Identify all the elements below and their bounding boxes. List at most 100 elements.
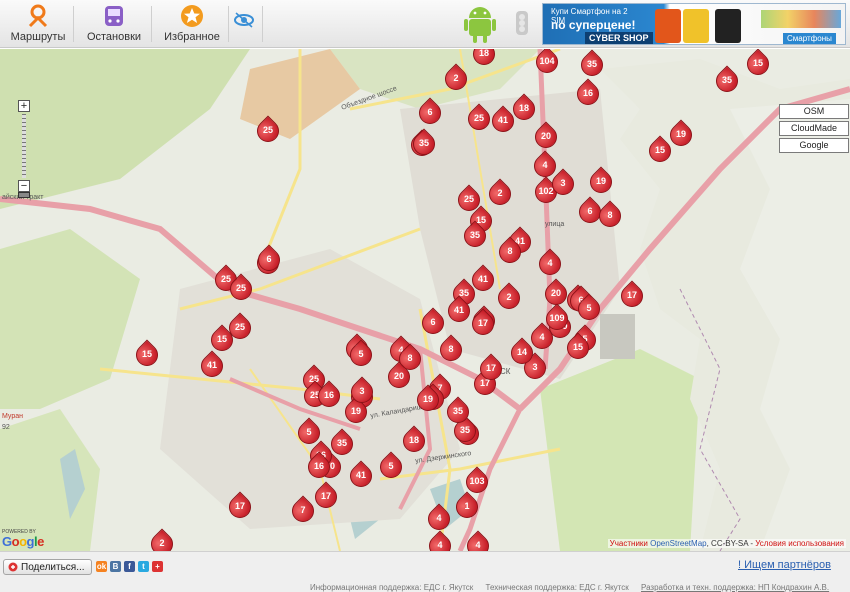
bus-stop-marker[interactable]: 35 xyxy=(576,49,608,81)
bus-stop-marker[interactable]: 109 xyxy=(541,303,573,335)
marker-route-number: 16 xyxy=(323,390,334,400)
marker-route-number: 17 xyxy=(234,501,245,511)
marker-route-number: 14 xyxy=(516,347,527,357)
favorites-button[interactable]: Избранное xyxy=(160,0,224,48)
bus-stop-marker[interactable]: 18 xyxy=(508,93,540,125)
bus-stop-marker[interactable]: 20 xyxy=(530,121,562,153)
bus-stop-marker[interactable]: 104 xyxy=(531,49,563,78)
bus-stop-marker[interactable]: 35 xyxy=(326,428,358,460)
bus-stop-marker[interactable]: 25 xyxy=(463,103,495,135)
bus-stop-marker[interactable]: 5 xyxy=(573,293,605,325)
bus-stop-marker[interactable]: 15 xyxy=(644,135,676,167)
bus-stop-marker[interactable]: 35 xyxy=(459,220,491,252)
bus-stop-marker[interactable]: 25 xyxy=(252,115,284,147)
osm-link[interactable]: OpenStreetMap xyxy=(650,539,706,548)
bus-stop-marker[interactable]: 2 xyxy=(484,178,516,210)
developer-text[interactable]: Разработка и техн. поддержка: НП Кондрах… xyxy=(641,583,829,592)
bus-stop-marker[interactable]: 25 xyxy=(453,184,485,216)
bus-stop-marker[interactable]: 8 xyxy=(594,200,626,232)
bus-stop-marker[interactable]: 14 xyxy=(506,337,538,369)
terms-link[interactable]: Условия использования xyxy=(755,539,844,548)
bus-stop-marker[interactable]: 6 xyxy=(417,307,449,339)
bus-stop-marker[interactable]: 6 xyxy=(414,97,446,129)
bus-stop-marker[interactable]: 3 xyxy=(346,376,378,408)
bus-stop-marker[interactable]: 4 xyxy=(424,530,456,551)
bus-stop-marker[interactable]: 41 xyxy=(487,105,519,137)
bus-stop-marker[interactable]: 5 xyxy=(293,417,325,449)
bus-stop-marker[interactable]: 7 xyxy=(287,495,319,527)
bus-stop-marker[interactable]: 35 xyxy=(408,128,440,160)
marker-route-number: 5 xyxy=(306,427,312,437)
marker-route-number: 19 xyxy=(350,406,361,416)
marker-route-number: 2 xyxy=(506,292,512,302)
marker-route-number: 4 xyxy=(475,540,481,550)
bus-stop-marker[interactable]: 35 xyxy=(442,396,474,428)
bus-stop-marker[interactable]: 16 xyxy=(303,451,335,483)
bus-stop-marker[interactable]: 4 xyxy=(462,530,494,551)
bus-stop-marker[interactable]: 25 xyxy=(225,273,257,305)
twitter-icon[interactable]: t xyxy=(138,561,149,572)
bus-stop-marker[interactable]: 20 xyxy=(540,278,572,310)
bus-stop-marker[interactable]: 19 xyxy=(412,384,444,416)
bus-stop-marker[interactable]: 103 xyxy=(461,466,493,498)
bus-stop-marker[interactable]: 15 xyxy=(742,49,774,80)
bus-stop-marker[interactable]: 5 xyxy=(375,451,407,483)
bus-stop-marker[interactable]: 35 xyxy=(711,65,743,97)
android-app-button[interactable] xyxy=(460,0,500,48)
bus-stop-marker[interactable]: 1 xyxy=(451,491,483,523)
more-share-icon[interactable]: + xyxy=(152,561,163,572)
facebook-icon[interactable]: f xyxy=(124,561,135,572)
bus-stop-marker[interactable]: 17 xyxy=(616,280,648,312)
locate-button[interactable] xyxy=(232,0,256,48)
bus-stop-marker[interactable]: 41 xyxy=(467,264,499,296)
zoom-out-button[interactable]: − xyxy=(18,180,30,192)
bus-stop-marker[interactable]: 19 xyxy=(585,166,617,198)
bus-stop-marker[interactable]: 41 xyxy=(196,350,228,382)
bus-stop-marker[interactable]: 2 xyxy=(440,63,472,95)
layer-cloudmade-button[interactable]: CloudMade xyxy=(779,121,849,136)
bus-stop-marker[interactable]: 8 xyxy=(435,334,467,366)
bus-stop-marker[interactable]: 18 xyxy=(468,49,500,70)
vkontakte-icon[interactable]: B xyxy=(110,561,121,572)
zoom-slider-track[interactable] xyxy=(22,114,26,178)
attribution-license: , CC-BY-SA - xyxy=(706,539,756,548)
bus-stop-marker[interactable]: 18 xyxy=(398,425,430,457)
stops-button[interactable]: Остановки xyxy=(82,0,146,48)
bus-stop-marker[interactable]: 4 xyxy=(423,503,455,535)
bus-stop-marker[interactable]: 6 xyxy=(253,244,285,276)
bus-stop-marker[interactable]: 20 xyxy=(383,361,415,393)
bus-stop-marker[interactable]: 16 xyxy=(313,380,345,412)
odnoklassniki-icon[interactable]: ok xyxy=(96,561,107,572)
traffic-light-button[interactable] xyxy=(512,0,532,48)
bus-stop-marker[interactable]: 16 xyxy=(572,78,604,110)
bus-stop-marker[interactable]: 41 xyxy=(345,460,377,492)
bus-stop-marker[interactable]: 5 xyxy=(345,339,377,371)
zoom-slider-thumb[interactable] xyxy=(18,192,30,198)
layer-google-button[interactable]: Google xyxy=(779,138,849,153)
bus-stop-marker[interactable]: 17 xyxy=(475,353,507,385)
bus-stop-marker[interactable]: 3 xyxy=(547,168,579,200)
bus-stop-marker[interactable]: 15 xyxy=(131,339,163,371)
bus-stop-marker[interactable]: 15 xyxy=(206,324,238,356)
bus-stop-marker[interactable]: 17 xyxy=(224,491,256,523)
bus-stop-marker[interactable]: 15 xyxy=(562,332,594,364)
bus-stop-marker[interactable]: 41 xyxy=(443,295,475,327)
bus-stop-marker[interactable]: 8 xyxy=(494,236,526,268)
ad-banner[interactable]: Купи Смартфон на 2 SIM по суперцене! CYB… xyxy=(542,3,846,45)
zoom-in-button[interactable]: + xyxy=(18,100,30,112)
bus-stop-marker[interactable]: 6 xyxy=(574,196,606,228)
bus-stop-marker[interactable]: 4 xyxy=(534,248,566,280)
bus-stop-marker[interactable]: 4 xyxy=(526,322,558,354)
bus-stop-marker[interactable]: 2 xyxy=(493,282,525,314)
share-button[interactable]: Поделиться... xyxy=(3,559,92,575)
place-label: 92 xyxy=(2,424,10,431)
map-view[interactable]: айский тракт Муран 92 Объездное шоссе ул… xyxy=(0,49,850,551)
bus-stop-marker[interactable]: 17 xyxy=(467,308,499,340)
bus-stop-marker[interactable]: 2 xyxy=(146,528,178,551)
bus-stop-marker[interactable]: 17 xyxy=(310,481,342,513)
bus-stop-marker[interactable]: 19 xyxy=(340,396,372,428)
partners-link[interactable]: ! Ищем партнёров xyxy=(738,559,831,571)
routes-button[interactable]: Маршруты xyxy=(8,0,68,48)
layer-osm-button[interactable]: OSM xyxy=(779,104,849,119)
bus-stop-marker[interactable]: 19 xyxy=(665,119,697,151)
